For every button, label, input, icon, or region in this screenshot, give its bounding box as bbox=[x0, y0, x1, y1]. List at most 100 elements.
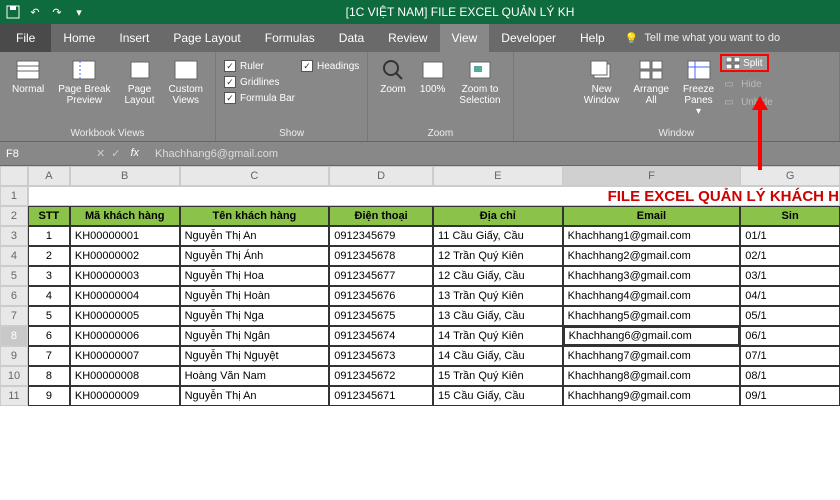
cancel-formula-icon[interactable]: ✕ bbox=[96, 147, 105, 160]
new-window-button[interactable]: New Window bbox=[580, 56, 624, 108]
cell-ten[interactable]: Nguyễn Thị Ánh bbox=[180, 246, 330, 266]
cell-sin[interactable]: 03/1 bbox=[740, 266, 840, 286]
row-header[interactable]: 3 bbox=[0, 226, 28, 246]
hide-button[interactable]: ▭Hide bbox=[724, 76, 773, 93]
gridlines-checkbox[interactable]: ✓Gridlines bbox=[224, 76, 295, 88]
cell-sin[interactable]: 07/1 bbox=[740, 346, 840, 366]
page-break-preview-button[interactable]: Page Break Preview bbox=[54, 56, 114, 108]
cell-sin[interactable]: 01/1 bbox=[740, 226, 840, 246]
cell-sin[interactable]: 04/1 bbox=[740, 286, 840, 306]
menu-data[interactable]: Data bbox=[327, 24, 376, 52]
qat-more-icon[interactable]: ▾ bbox=[72, 5, 86, 19]
header-dc[interactable]: Địa chỉ bbox=[433, 206, 563, 226]
cell-dc[interactable]: 14 Trần Quý Kiên bbox=[433, 326, 563, 346]
row-header[interactable]: 11 bbox=[0, 386, 28, 406]
cell-dt[interactable]: 0912345674 bbox=[329, 326, 433, 346]
cell-stt[interactable]: 6 bbox=[28, 326, 70, 346]
menu-page-layout[interactable]: Page Layout bbox=[161, 24, 252, 52]
col-header-f[interactable]: F bbox=[563, 166, 741, 186]
cell-ten[interactable]: Nguyễn Thị Hoàn bbox=[180, 286, 330, 306]
menu-formulas[interactable]: Formulas bbox=[253, 24, 327, 52]
enter-formula-icon[interactable]: ✓ bbox=[111, 147, 120, 160]
col-header-e[interactable]: E bbox=[433, 166, 563, 186]
cell-dc[interactable]: 15 Cầu Giấy, Cầu bbox=[433, 386, 563, 406]
cell-dt[interactable]: 0912345675 bbox=[329, 306, 433, 326]
cell-dt[interactable]: 0912345676 bbox=[329, 286, 433, 306]
cell-stt[interactable]: 7 bbox=[28, 346, 70, 366]
zoom-button[interactable]: Zoom bbox=[376, 56, 410, 97]
cell-dt[interactable]: 0912345679 bbox=[329, 226, 433, 246]
menu-review[interactable]: Review bbox=[376, 24, 439, 52]
cell-ma[interactable]: KH00000005 bbox=[70, 306, 180, 326]
header-sin[interactable]: Sin bbox=[740, 206, 840, 226]
cell-dc[interactable]: 12 Cầu Giấy, Cầu bbox=[433, 266, 563, 286]
save-icon[interactable] bbox=[6, 5, 20, 19]
custom-views-button[interactable]: Custom Views bbox=[165, 56, 207, 108]
header-ma[interactable]: Mã khách hàng bbox=[70, 206, 180, 226]
cell-dc[interactable]: 12 Trần Quý Kiên bbox=[433, 246, 563, 266]
cell-dt[interactable]: 0912345677 bbox=[329, 266, 433, 286]
cell-em[interactable]: Khachhang7@gmail.com bbox=[563, 346, 741, 366]
cell-ten[interactable]: Nguyễn Thị An bbox=[180, 226, 330, 246]
menu-file[interactable]: File bbox=[0, 24, 51, 52]
cell-stt[interactable]: 9 bbox=[28, 386, 70, 406]
cell-sin[interactable]: 02/1 bbox=[740, 246, 840, 266]
freeze-panes-button[interactable]: Freeze Panes ▾ bbox=[679, 56, 718, 119]
cell-ma[interactable]: KH00000008 bbox=[70, 366, 180, 386]
header-ten[interactable]: Tên khách hàng bbox=[180, 206, 330, 226]
tell-me-search[interactable]: 💡 Tell me what you want to do bbox=[625, 32, 780, 45]
cell-ma[interactable]: KH00000007 bbox=[70, 346, 180, 366]
cell-stt[interactable]: 2 bbox=[28, 246, 70, 266]
cell-em[interactable]: Khachhang8@gmail.com bbox=[563, 366, 741, 386]
page-layout-button[interactable]: Page Layout bbox=[121, 56, 159, 108]
cell-ten[interactable]: Hoàng Văn Nam bbox=[180, 366, 330, 386]
zoom-to-selection-button[interactable]: Zoom to Selection bbox=[455, 56, 504, 108]
cell-stt[interactable]: 5 bbox=[28, 306, 70, 326]
cell-stt[interactable]: 3 bbox=[28, 266, 70, 286]
row-header[interactable]: 8 bbox=[0, 326, 28, 346]
split-button[interactable]: Split bbox=[720, 54, 768, 72]
menu-help[interactable]: Help bbox=[568, 24, 617, 52]
redo-icon[interactable]: ↷ bbox=[50, 5, 64, 19]
col-header-a[interactable]: A bbox=[28, 166, 70, 186]
ruler-checkbox[interactable]: ✓Ruler bbox=[224, 60, 295, 72]
cell-ten[interactable]: Nguyễn Thị Ngân bbox=[180, 326, 330, 346]
cell-em[interactable]: Khachhang1@gmail.com bbox=[563, 226, 741, 246]
cell-dt[interactable]: 0912345672 bbox=[329, 366, 433, 386]
menu-home[interactable]: Home bbox=[51, 24, 107, 52]
col-header-c[interactable]: C bbox=[180, 166, 330, 186]
zoom-100-button[interactable]: 100% bbox=[416, 56, 450, 97]
row-header[interactable]: 7 bbox=[0, 306, 28, 326]
cell-ma[interactable]: KH00000006 bbox=[70, 326, 180, 346]
cell-dc[interactable]: 14 Cầu Giấy, Cầu bbox=[433, 346, 563, 366]
formula-input[interactable] bbox=[149, 148, 840, 160]
menu-insert[interactable]: Insert bbox=[107, 24, 161, 52]
row-header[interactable]: 5 bbox=[0, 266, 28, 286]
cell-dt[interactable]: 0912345673 bbox=[329, 346, 433, 366]
cell-dt[interactable]: 0912345671 bbox=[329, 386, 433, 406]
cell-dc[interactable]: 15 Trần Quý Kiên bbox=[433, 366, 563, 386]
menu-view[interactable]: View bbox=[440, 24, 490, 52]
cell-dc[interactable]: 13 Trần Quý Kiên bbox=[433, 286, 563, 306]
formula-bar-checkbox[interactable]: ✓Formula Bar bbox=[224, 92, 295, 104]
cell-ma[interactable]: KH00000002 bbox=[70, 246, 180, 266]
col-header-d[interactable]: D bbox=[329, 166, 433, 186]
cell-ten[interactable]: Nguyễn Thị Hoa bbox=[180, 266, 330, 286]
cell-stt[interactable]: 1 bbox=[28, 226, 70, 246]
cell-ma[interactable]: KH00000009 bbox=[70, 386, 180, 406]
header-stt[interactable]: STT bbox=[28, 206, 70, 226]
cell-dt[interactable]: 0912345678 bbox=[329, 246, 433, 266]
cell-em[interactable]: Khachhang4@gmail.com bbox=[563, 286, 741, 306]
cell-dc[interactable]: 11 Cầu Giấy, Cầu bbox=[433, 226, 563, 246]
normal-view-button[interactable]: Normal bbox=[8, 56, 48, 97]
headings-checkbox[interactable]: ✓Headings bbox=[301, 60, 359, 72]
spreadsheet-grid[interactable]: A B C D E F G 1 FILE EXCEL QUẢN LÝ KHÁCH… bbox=[0, 166, 840, 500]
sheet-title[interactable]: FILE EXCEL QUẢN LÝ KHÁCH H bbox=[28, 186, 840, 206]
row-header[interactable]: 2 bbox=[0, 206, 28, 226]
cell-sin[interactable]: 05/1 bbox=[740, 306, 840, 326]
cell-ten[interactable]: Nguyễn Thị Nga bbox=[180, 306, 330, 326]
cell-em[interactable]: Khachhang3@gmail.com bbox=[563, 266, 741, 286]
cell-ten[interactable]: Nguyễn Thị Nguyệt bbox=[180, 346, 330, 366]
cell-em[interactable]: Khachhang9@gmail.com bbox=[563, 386, 741, 406]
select-all-corner[interactable] bbox=[0, 166, 28, 186]
